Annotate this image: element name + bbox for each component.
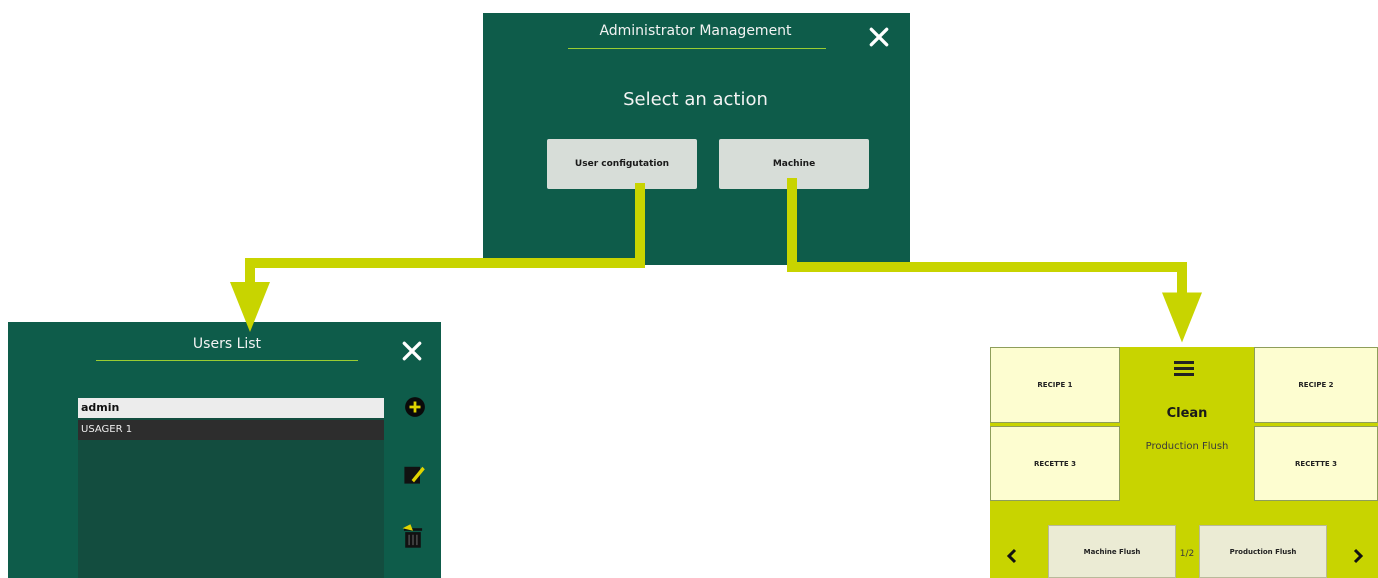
close-icon[interactable]: [401, 340, 423, 362]
add-icon[interactable]: [404, 396, 426, 418]
arrow-down-icon: [1162, 292, 1202, 343]
connector-machine-vertical: [787, 178, 797, 270]
recipe-1-tile[interactable]: RECIPE 1: [990, 347, 1120, 423]
page-indicator: 1/2: [1179, 549, 1195, 559]
admin-title-underline: [568, 48, 826, 49]
connector-user-vertical: [635, 183, 645, 268]
machine-panel: RECIPE 1 RECIPE 2 RECETTE 3 RECETTE 3 Cl…: [990, 347, 1378, 578]
list-item[interactable]: USAGER 1: [78, 420, 384, 440]
recette-3-left-tile[interactable]: RECETTE 3: [990, 426, 1120, 501]
chevron-right-icon[interactable]: [1352, 548, 1364, 564]
connector-machine-horizontal: [787, 262, 1187, 272]
admin-title: Administrator Management: [599, 23, 792, 39]
clean-title: Clean: [1166, 406, 1208, 421]
edit-icon[interactable]: [402, 462, 426, 486]
chevron-left-icon[interactable]: [1006, 548, 1018, 564]
arrow-down-icon: [230, 282, 270, 332]
select-action-label: Select an action: [623, 89, 768, 110]
users-list-panel: Users List admin USAGER 1: [8, 322, 441, 578]
production-flush-label: Production Flush: [1145, 441, 1229, 452]
connector-user-horizontal: [245, 258, 645, 268]
users-listbox[interactable]: admin USAGER 1: [78, 398, 384, 578]
close-icon[interactable]: [868, 26, 890, 48]
admin-management-panel: Administrator Management Select an actio…: [483, 13, 910, 265]
list-item-selected[interactable]: admin: [78, 398, 384, 418]
user-configuration-button[interactable]: User configutation: [547, 139, 697, 189]
production-flush-button[interactable]: Production Flush: [1199, 525, 1327, 578]
menu-icon[interactable]: [1174, 361, 1194, 377]
machine-flush-button[interactable]: Machine Flush: [1048, 525, 1176, 578]
trash-icon[interactable]: [400, 522, 426, 550]
recette-3-right-tile[interactable]: RECETTE 3: [1254, 426, 1378, 501]
users-list-title-underline: [96, 360, 358, 361]
users-list-title: Users List: [192, 336, 262, 352]
recipe-2-tile[interactable]: RECIPE 2: [1254, 347, 1378, 423]
